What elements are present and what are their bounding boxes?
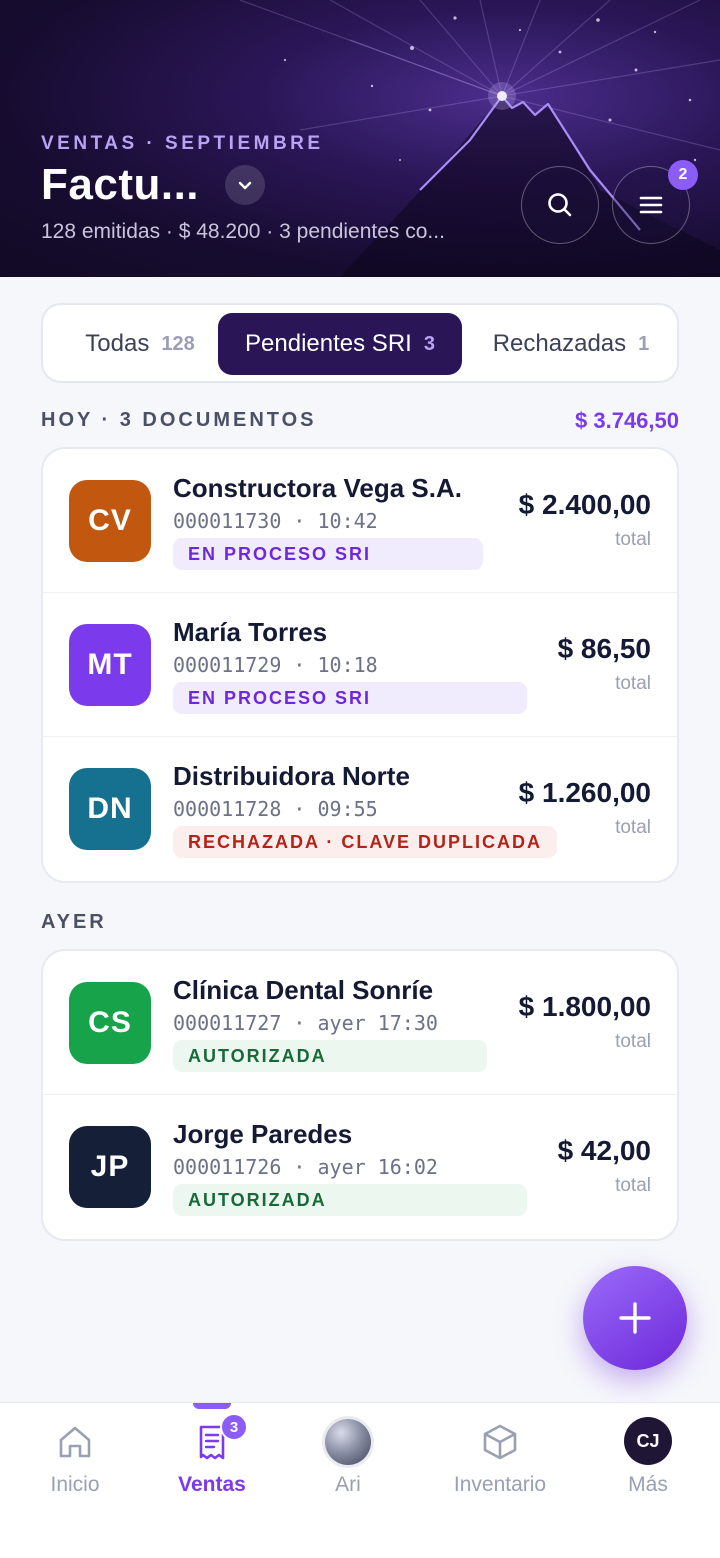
- status-badge: AUTORIZADA: [173, 1040, 487, 1072]
- new-invoice-button[interactable]: [583, 1266, 687, 1370]
- client-name: Clínica Dental Sonríe: [173, 975, 434, 1005]
- orb-icon: [325, 1419, 371, 1465]
- status-badge: RECHAZADA · CLAVE DUPLICADA: [173, 826, 557, 858]
- menu-icon: [639, 196, 663, 214]
- avatar: CV: [69, 480, 151, 562]
- invoice-card-yesterday: CS Clínica Dental Sonríe 000011727 · aye…: [41, 949, 679, 1241]
- invoice-number-time: 000011730 · 10:42: [173, 509, 378, 533]
- nav-label: Inventario: [453, 1473, 547, 1496]
- nav-item-inventario[interactable]: Inventario: [430, 1403, 570, 1523]
- invoice-number-time: 000011729 · 10:18: [173, 653, 378, 677]
- tab-count: 3: [423, 332, 435, 355]
- amount-caption: total: [615, 529, 651, 550]
- title-row: Factu...: [41, 160, 266, 210]
- avatar: DN: [69, 768, 151, 850]
- tab-pendientes-sri[interactable]: Pendientes SRI 3: [218, 313, 462, 375]
- tab-count: 1: [638, 332, 650, 355]
- ventas-badge: 3: [220, 1413, 248, 1441]
- nav-item-inicio[interactable]: Inicio: [5, 1403, 145, 1523]
- invoice-row[interactable]: JP Jorge Paredes 000011726 · ayer 16:02 …: [43, 1095, 677, 1239]
- client-name: María Torres: [173, 617, 328, 647]
- page-title: Factu...: [41, 160, 200, 209]
- invoice-row[interactable]: DN Distribuidora Norte 000011728 · 09:55…: [43, 737, 677, 881]
- invoice-row[interactable]: MT María Torres 000011729 · 10:18 EN PRO…: [43, 593, 677, 737]
- home-icon: [59, 1426, 91, 1458]
- amount-caption: total: [615, 1175, 651, 1196]
- tab-count: 128: [161, 332, 195, 355]
- status-badge: EN PROCESO SRI: [173, 538, 483, 570]
- section-total-today: $ 3.746,50: [575, 408, 679, 433]
- tab-rechazadas[interactable]: Rechazadas 1: [471, 313, 671, 375]
- invoice-amount: $ 42,00: [557, 1135, 651, 1166]
- bottom-navigation: Inicio Ventas 3 Ari Inventario CJ Más: [0, 1402, 720, 1558]
- avatar: MT: [69, 624, 151, 706]
- chevron-down-icon: [238, 181, 252, 190]
- tab-label: Todas: [85, 330, 150, 357]
- nav-label: Más: [628, 1473, 668, 1496]
- status-badge: EN PROCESO SRI: [173, 682, 527, 714]
- nav-label: Ari: [335, 1473, 361, 1496]
- amount-caption: total: [615, 817, 651, 838]
- nav-item-ventas[interactable]: Ventas: [142, 1403, 282, 1523]
- invoice-number-time: 000011726 · ayer 16:02: [173, 1155, 438, 1179]
- nav-label: Inicio: [50, 1473, 100, 1496]
- nav-item-ari[interactable]: Ari: [278, 1403, 418, 1523]
- tab-todas[interactable]: Todas 128: [55, 313, 225, 375]
- invoice-number-time: 000011728 · 09:55: [173, 797, 378, 821]
- invoice-row[interactable]: CS Clínica Dental Sonríe 000011727 · aye…: [43, 951, 677, 1095]
- search-icon: [548, 193, 572, 217]
- tab-label: Rechazadas: [492, 330, 627, 357]
- invoice-amount: $ 2.400,00: [518, 489, 651, 520]
- invoice-number-time: 000011727 · ayer 17:30: [173, 1011, 438, 1035]
- amount-caption: total: [615, 673, 651, 694]
- invoice-amount: $ 86,50: [557, 633, 651, 664]
- section-heading-yesterday: AYER: [41, 911, 107, 933]
- avatar: CS: [69, 982, 151, 1064]
- period-label: VENTAS · SEPTIEMBRE: [41, 133, 324, 154]
- tab-label: Pendientes SRI: [245, 330, 412, 357]
- filter-tabs: Todas 128 Pendientes SRI 3 Rechazadas 1: [41, 303, 679, 383]
- amount-caption: total: [615, 1031, 651, 1052]
- invoice-row[interactable]: CV Constructora Vega S.A. 000011730 · 10…: [43, 449, 677, 593]
- client-name: Jorge Paredes: [173, 1119, 353, 1149]
- invoice-amount: $ 1.260,00: [518, 777, 651, 808]
- title-dropdown-button[interactable]: [225, 165, 266, 205]
- plus-icon: [619, 1302, 651, 1334]
- section-heading-today: HOY · 3 DOCUMENTOS: [41, 409, 317, 431]
- header-summary: 128 emitidas · $ 48.200 · 3 pendientes c…: [41, 220, 445, 243]
- search-button[interactable]: [521, 166, 599, 244]
- menu-notification-badge: 2: [668, 160, 698, 190]
- client-name: Constructora Vega S.A.: [173, 473, 462, 503]
- invoice-card-today: CV Constructora Vega S.A. 000011730 · 10…: [41, 447, 679, 883]
- invoice-amount: $ 1.800,00: [518, 991, 651, 1022]
- nav-label: Ventas: [178, 1473, 246, 1496]
- avatar: JP: [69, 1126, 151, 1208]
- status-badge: AUTORIZADA: [173, 1184, 527, 1216]
- nav-item-mas[interactable]: CJ Más: [578, 1403, 718, 1523]
- box-icon: [483, 1424, 517, 1460]
- avatar: CJ: [624, 1417, 672, 1465]
- client-name: Distribuidora Norte: [173, 761, 410, 791]
